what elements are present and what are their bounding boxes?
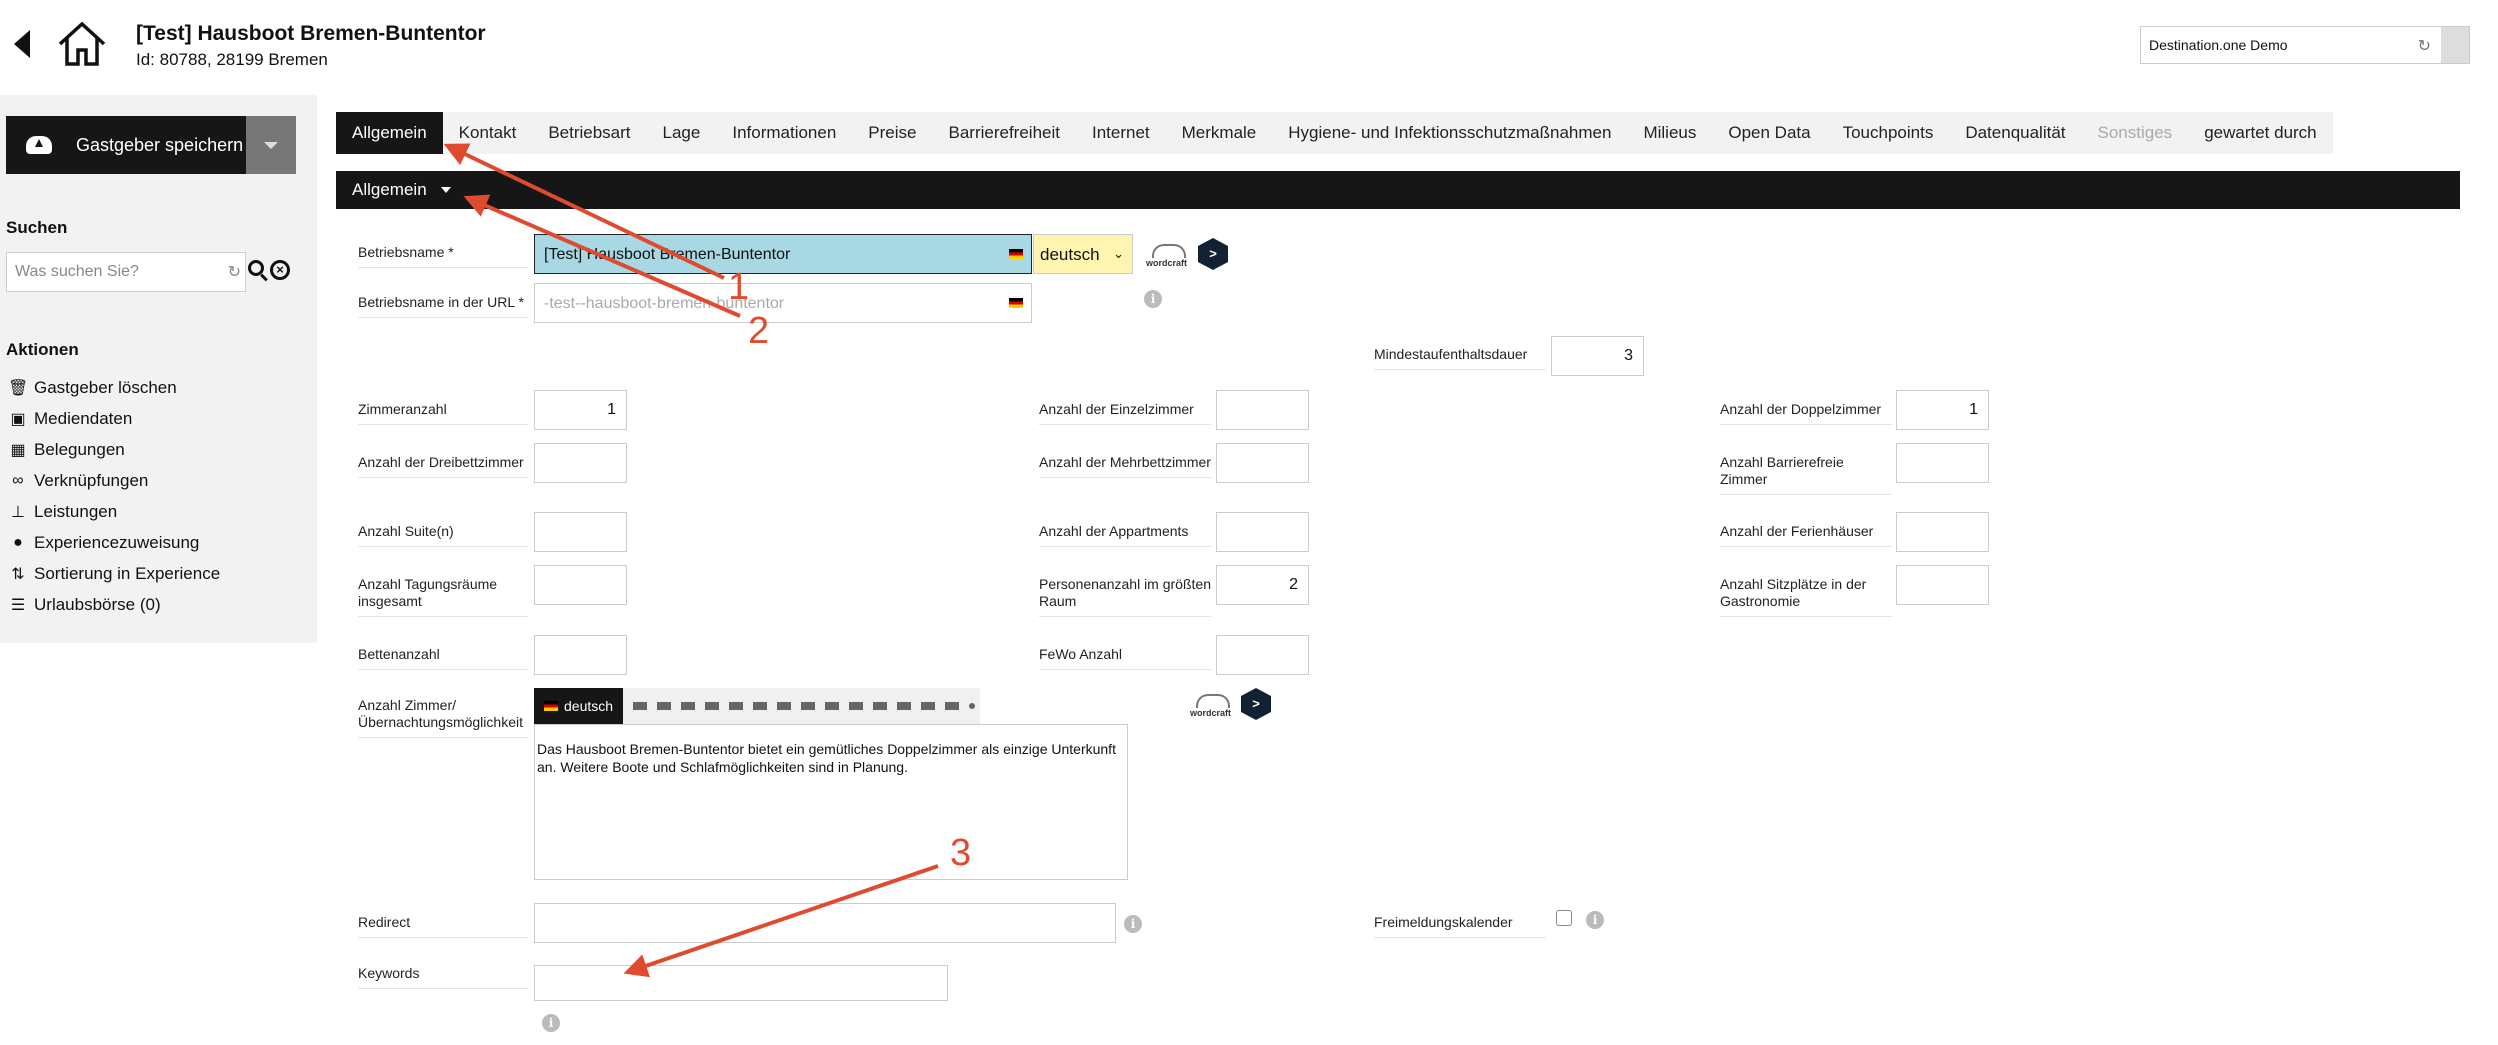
annotation-arrow-1	[443, 143, 725, 280]
annotation-number-3: 3	[950, 832, 972, 874]
annotation-number-2: 2	[748, 310, 770, 352]
annotation-arrows	[443, 143, 939, 978]
annotation-arrow-2	[463, 194, 741, 318]
annotation-number-1: 1	[728, 266, 750, 308]
annotation-arrow-3	[623, 864, 939, 978]
